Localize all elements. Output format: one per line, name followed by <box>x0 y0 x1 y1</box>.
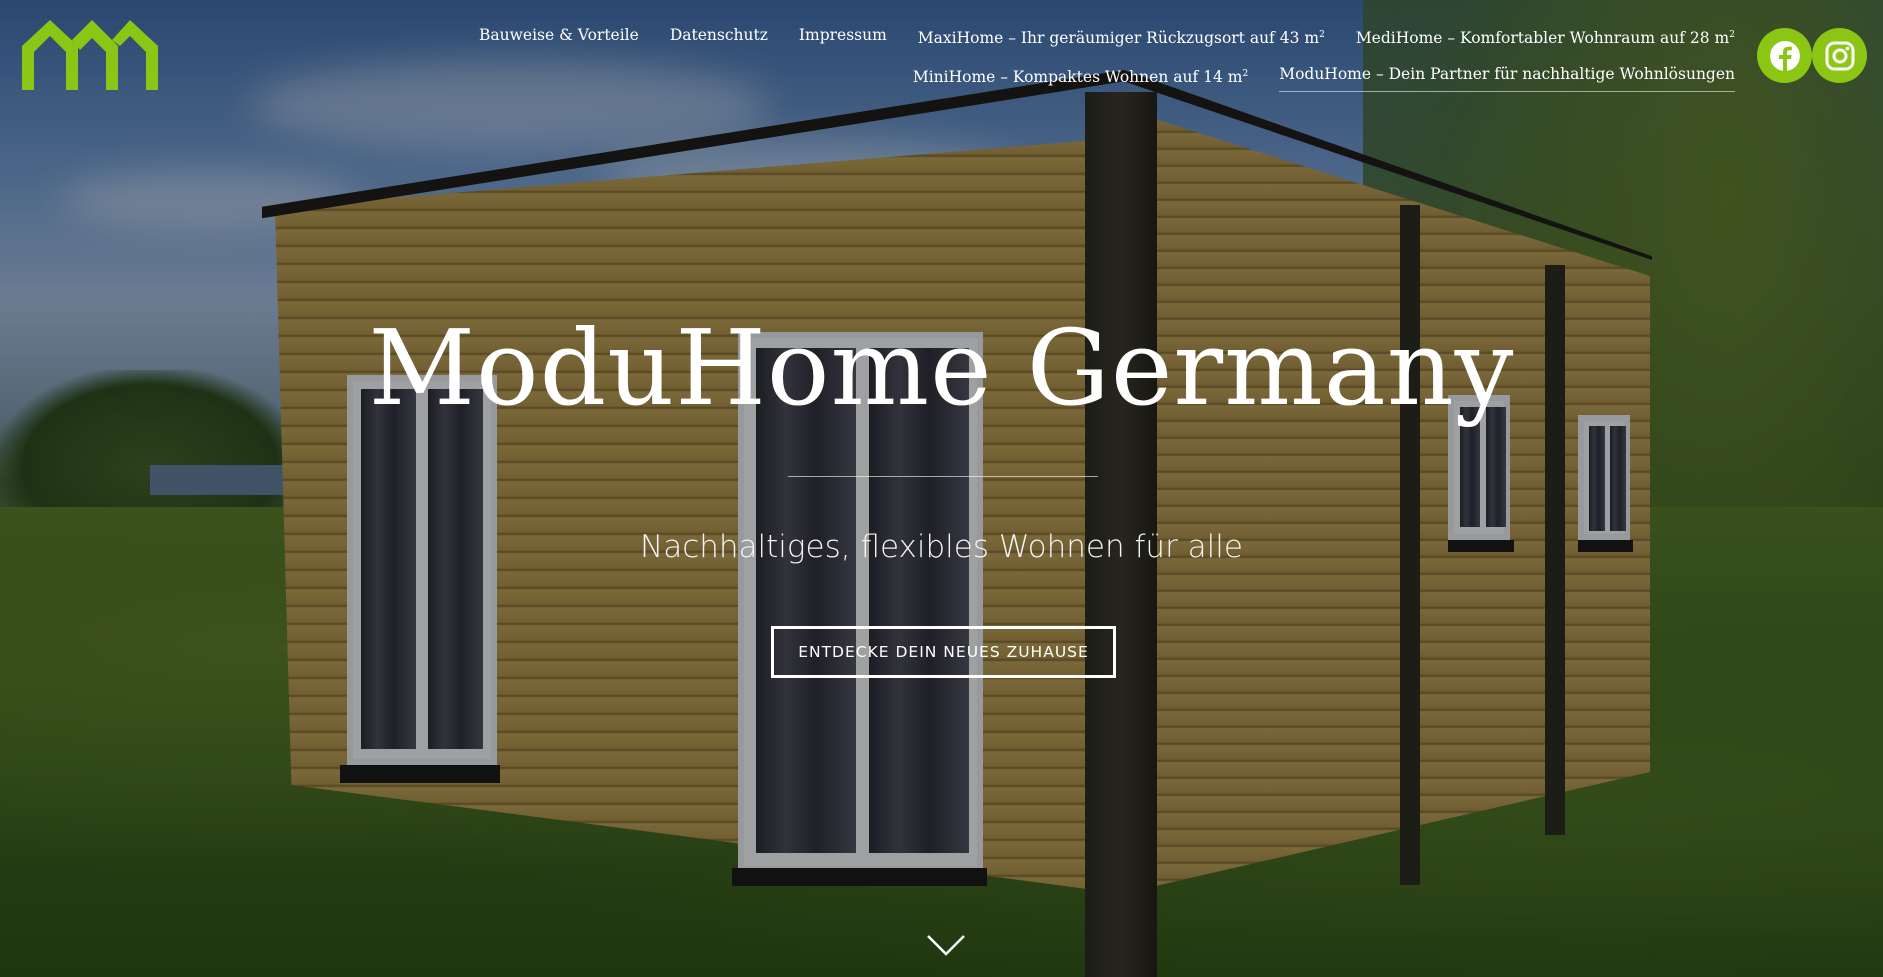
cta-button[interactable]: ENTDECKE DEIN NEUES ZUHAUSE <box>771 626 1116 678</box>
facebook-button[interactable] <box>1757 28 1812 83</box>
page: Bauweise & Vorteile Datenschutz Impressu… <box>0 0 1883 977</box>
hero-divider <box>788 476 1098 477</box>
hero-background-image <box>0 0 1883 977</box>
social-links <box>1757 28 1867 83</box>
nav-item-datenschutz[interactable]: Datenschutz <box>670 24 768 49</box>
chevron-down-icon <box>927 935 965 956</box>
moduhome-logo-icon <box>22 20 158 90</box>
scroll-down-button[interactable] <box>925 932 967 958</box>
cta-button-label: ENTDECKE DEIN NEUES ZUHAUSE <box>798 643 1089 661</box>
nav-item-maxihome[interactable]: MaxiHome – Ihr geräumiger Rückzugsort au… <box>918 24 1325 49</box>
nav-item-medihome[interactable]: MediHome – Komfortabler Wohnraum auf 28 … <box>1356 24 1735 49</box>
logo[interactable] <box>18 12 160 92</box>
nav-item-impressum[interactable]: Impressum <box>799 24 887 49</box>
instagram-button[interactable] <box>1812 28 1867 83</box>
instagram-icon <box>1825 41 1854 70</box>
facebook-icon <box>1769 40 1800 71</box>
hero-title: ModuHome Germany <box>368 307 1515 429</box>
nav-item-minihome[interactable]: MiniHome – Kompaktes Wohnen auf 14 m2 <box>913 63 1248 92</box>
main-navigation: Bauweise & Vorteile Datenschutz Impressu… <box>255 24 1735 93</box>
nav-item-moduhome[interactable]: ModuHome – Dein Partner für nachhaltige … <box>1279 63 1735 93</box>
nav-item-bauweise[interactable]: Bauweise & Vorteile <box>479 24 639 49</box>
hero-subtitle: Nachhaltiges, flexibles Wohnen für alle <box>640 529 1243 565</box>
